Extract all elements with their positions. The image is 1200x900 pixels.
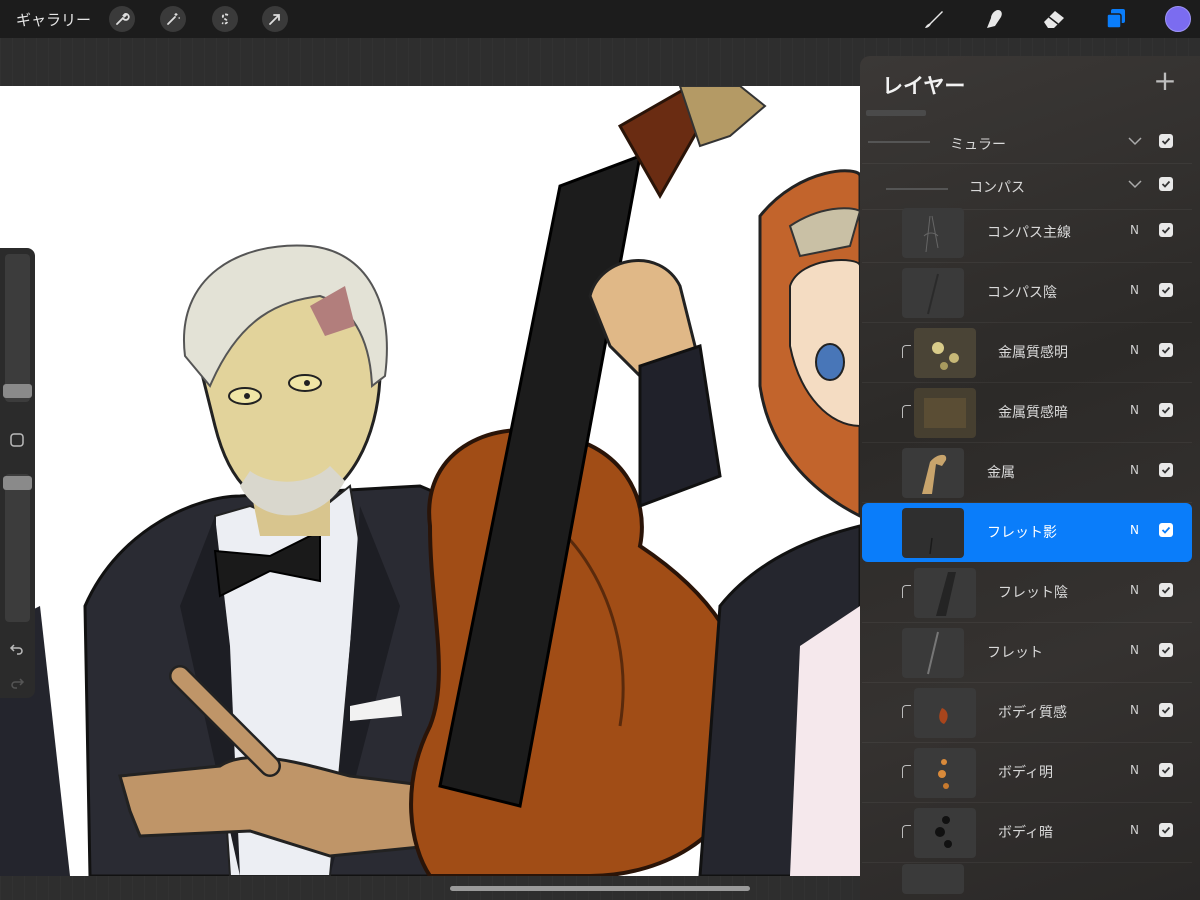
layer-thumbnail (914, 568, 976, 618)
layer-thumbnail (914, 808, 976, 858)
blend-mode[interactable]: N (1130, 643, 1139, 657)
layer-thumbnail (914, 388, 976, 438)
blend-mode[interactable]: N (1130, 703, 1139, 717)
layer-row[interactable]: 金属質感明 N (862, 323, 1192, 383)
brush-size-slider[interactable] (5, 254, 30, 402)
visibility-checkbox[interactable] (1159, 403, 1173, 417)
layer-row[interactable]: ボディ質感 N (862, 683, 1192, 743)
undo-icon[interactable] (8, 640, 26, 658)
clipping-mask-icon (902, 705, 911, 718)
magic-wand-icon[interactable] (160, 6, 186, 32)
visibility-checkbox[interactable] (1159, 523, 1173, 537)
layer-row[interactable]: コンパス陰 N (862, 263, 1192, 323)
layer-thumbnail-partial (902, 864, 964, 894)
home-indicator[interactable] (450, 886, 750, 891)
layer-thumbnail (902, 208, 964, 258)
layer-thumbnail (914, 688, 976, 738)
chevron-down-icon[interactable] (1126, 132, 1144, 150)
layer-row[interactable]: 金属 N (862, 443, 1192, 503)
clipping-mask-icon (902, 825, 911, 838)
clipping-mask-icon (902, 765, 911, 778)
modify-square-icon[interactable] (8, 431, 26, 449)
blend-mode[interactable]: N (1130, 463, 1139, 477)
layer-row[interactable]: ボディ暗 N (862, 803, 1192, 863)
visibility-checkbox[interactable] (1159, 283, 1173, 297)
visibility-checkbox[interactable] (1159, 823, 1173, 837)
layer-row[interactable]: フレット陰 N (862, 563, 1192, 623)
blend-mode[interactable]: N (1130, 223, 1139, 237)
selection-s-icon[interactable] (212, 6, 238, 32)
brush-size-slider-thumb[interactable] (3, 384, 32, 398)
blend-mode[interactable]: N (1130, 523, 1139, 537)
layer-thumbnail (902, 268, 964, 318)
layer-row[interactable]: ボディ明 N (862, 743, 1192, 803)
layer-row[interactable]: 金属質感暗 N (862, 383, 1192, 443)
group-indicator (868, 141, 930, 143)
layer-name: フレット (987, 645, 1043, 661)
clipping-mask-icon (902, 405, 911, 418)
layer-thumbnail (914, 328, 976, 378)
visibility-checkbox[interactable] (1159, 343, 1173, 357)
gallery-button[interactable]: ギャラリー (16, 9, 91, 30)
brush-icon[interactable] (920, 5, 948, 33)
add-layer-button[interactable]: + (1150, 66, 1180, 96)
artwork-canvas[interactable] (0, 86, 860, 876)
blend-mode[interactable]: N (1130, 403, 1139, 417)
illustration (0, 86, 860, 876)
layer-name: コンパス陰 (987, 285, 1057, 301)
layers-panel: レイヤー + ミュラー コンパス コンパス主線 N コンパス陰 N 金属質感明 … (860, 56, 1200, 900)
layer-thumbnail (902, 508, 964, 558)
layer-name: 金属質感明 (998, 345, 1068, 361)
visibility-checkbox[interactable] (1159, 463, 1173, 477)
smudge-icon[interactable] (980, 5, 1008, 33)
layer-name: ボディ質感 (998, 705, 1068, 721)
layer-name: フレット影 (987, 525, 1057, 541)
layer-row[interactable]: フレット N (862, 623, 1192, 683)
layer-thumbnail (914, 748, 976, 798)
clipping-mask-icon (902, 345, 911, 358)
layers-icon[interactable] (1102, 5, 1130, 33)
chevron-down-icon[interactable] (1126, 175, 1144, 193)
color-picker-button[interactable] (1165, 6, 1191, 32)
visibility-checkbox[interactable] (1159, 134, 1173, 148)
top-toolbar: ギャラリー (0, 0, 1200, 38)
blend-mode[interactable]: N (1130, 763, 1139, 777)
layers-title: レイヤー (882, 74, 966, 98)
visibility-checkbox[interactable] (1159, 177, 1173, 191)
layer-group-row[interactable]: ミュラー (862, 116, 1192, 164)
visibility-checkbox[interactable] (1159, 223, 1173, 237)
layer-row-selected[interactable]: フレット影 N (862, 503, 1192, 562)
layer-thumbnail (902, 448, 964, 498)
eraser-icon[interactable] (1040, 5, 1068, 33)
layer-name: コンパス主線 (987, 225, 1071, 241)
layer-name: 金属質感暗 (998, 405, 1068, 421)
layer-row[interactable]: コンパス主線 N (862, 203, 1192, 263)
layer-name: フレット陰 (998, 585, 1068, 601)
opacity-slider-thumb[interactable] (3, 476, 32, 490)
visibility-checkbox[interactable] (1159, 763, 1173, 777)
blend-mode[interactable]: N (1130, 343, 1139, 357)
visibility-checkbox[interactable] (1159, 583, 1173, 597)
blend-mode[interactable]: N (1130, 583, 1139, 597)
layer-name: 金属 (987, 465, 1015, 481)
opacity-slider[interactable] (5, 474, 30, 622)
group-indicator (886, 188, 948, 190)
layer-name: ボディ暗 (998, 825, 1054, 841)
blend-mode[interactable]: N (1130, 823, 1139, 837)
left-sidebar (0, 248, 35, 698)
visibility-checkbox[interactable] (1159, 703, 1173, 717)
clipping-mask-icon (902, 585, 911, 598)
redo-icon[interactable] (8, 674, 26, 692)
layer-name: コンパス (969, 180, 1025, 196)
blend-mode[interactable]: N (1130, 283, 1139, 297)
transform-arrow-icon[interactable] (262, 6, 288, 32)
layer-name: ミュラー (950, 137, 1006, 153)
layer-name: ボディ明 (998, 765, 1054, 781)
layer-thumbnail (902, 628, 964, 678)
visibility-checkbox[interactable] (1159, 643, 1173, 657)
wrench-icon[interactable] (109, 6, 135, 32)
